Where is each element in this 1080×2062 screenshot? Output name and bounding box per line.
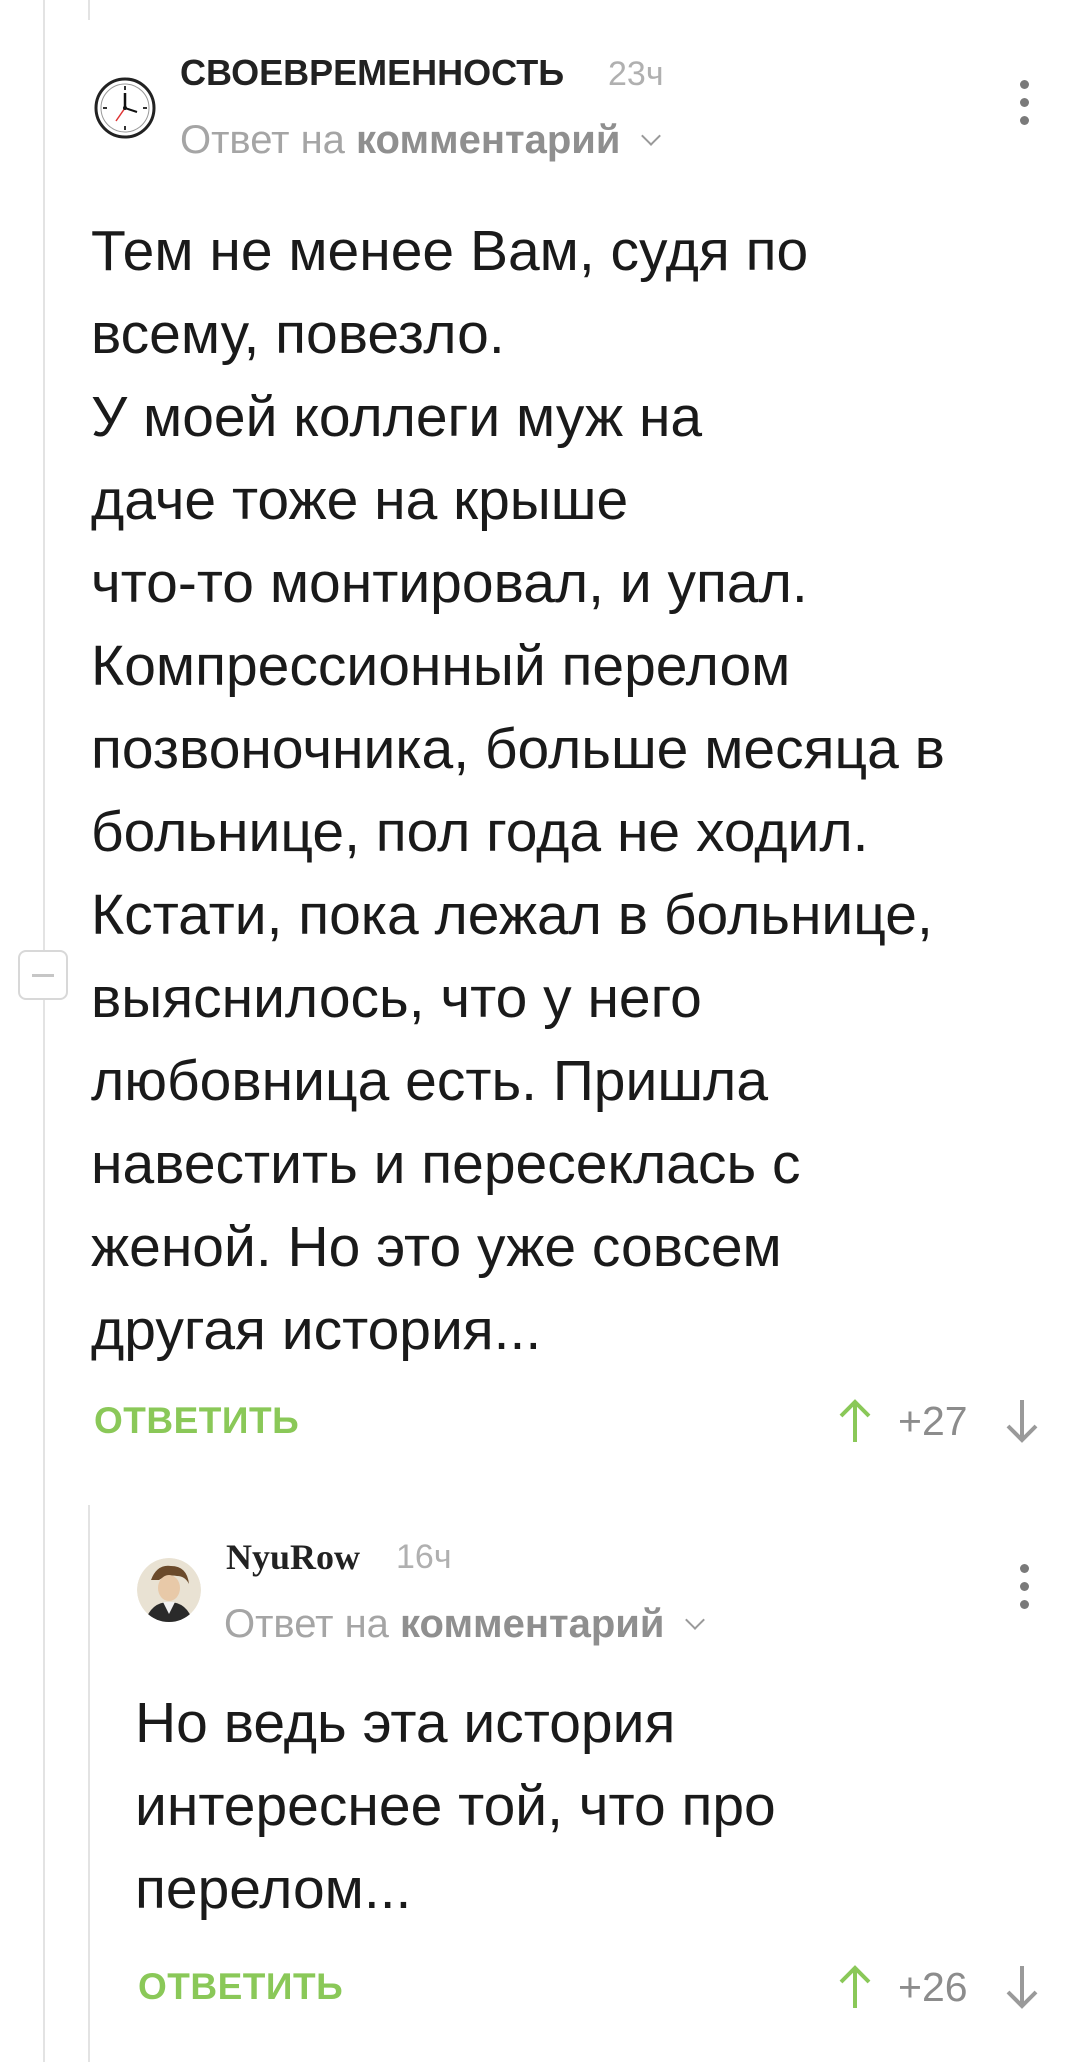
reply-button[interactable]: ОТВЕТИТЬ [94, 1400, 299, 1442]
downvote-arrow-icon[interactable] [1002, 1396, 1042, 1446]
reply-to-link[interactable]: Ответ на комментарий [180, 118, 661, 163]
comment-body: Но ведь эта история интереснее той, что … [135, 1691, 776, 1921]
comment-author[interactable]: NyuRow [226, 1536, 360, 1578]
upvote-arrow-icon[interactable] [835, 1396, 875, 1446]
reply-to-prefix: Ответ на [180, 118, 345, 162]
comment-2: NyuRow 16ч Ответ на комментарий Но ведь … [0, 1490, 1080, 2050]
user-portrait-icon[interactable] [137, 1558, 201, 1622]
upvote-arrow-icon[interactable] [835, 1962, 875, 2012]
rating-value: +26 [898, 1964, 968, 2010]
chevron-down-icon [640, 126, 661, 146]
more-options-icon[interactable] [1010, 1562, 1040, 1612]
rating-value: +27 [898, 1398, 968, 1444]
reply-to-link[interactable]: Ответ на комментарий [224, 1602, 705, 1647]
reply-button[interactable]: ОТВЕТИТЬ [138, 1966, 343, 2008]
comment-time: 16ч [396, 1538, 452, 1576]
comment-body: Тем не менее Вам, судя по всему, повезло… [91, 219, 945, 1362]
more-options-icon[interactable] [1010, 78, 1040, 128]
comment-1: СВОЕВРЕМЕННОСТЬ 23ч Ответ на комментарий… [0, 0, 1080, 1460]
comment-time: 23ч [608, 55, 664, 93]
downvote-arrow-icon[interactable] [1002, 1962, 1042, 2012]
clock-icon[interactable] [94, 77, 156, 139]
reply-to-target: комментарий [400, 1602, 665, 1646]
reply-to-prefix: Ответ на [224, 1602, 389, 1646]
chevron-down-icon [684, 1610, 705, 1630]
reply-to-target: комментарий [356, 118, 621, 162]
comment-author[interactable]: СВОЕВРЕМЕННОСТЬ [180, 52, 564, 94]
